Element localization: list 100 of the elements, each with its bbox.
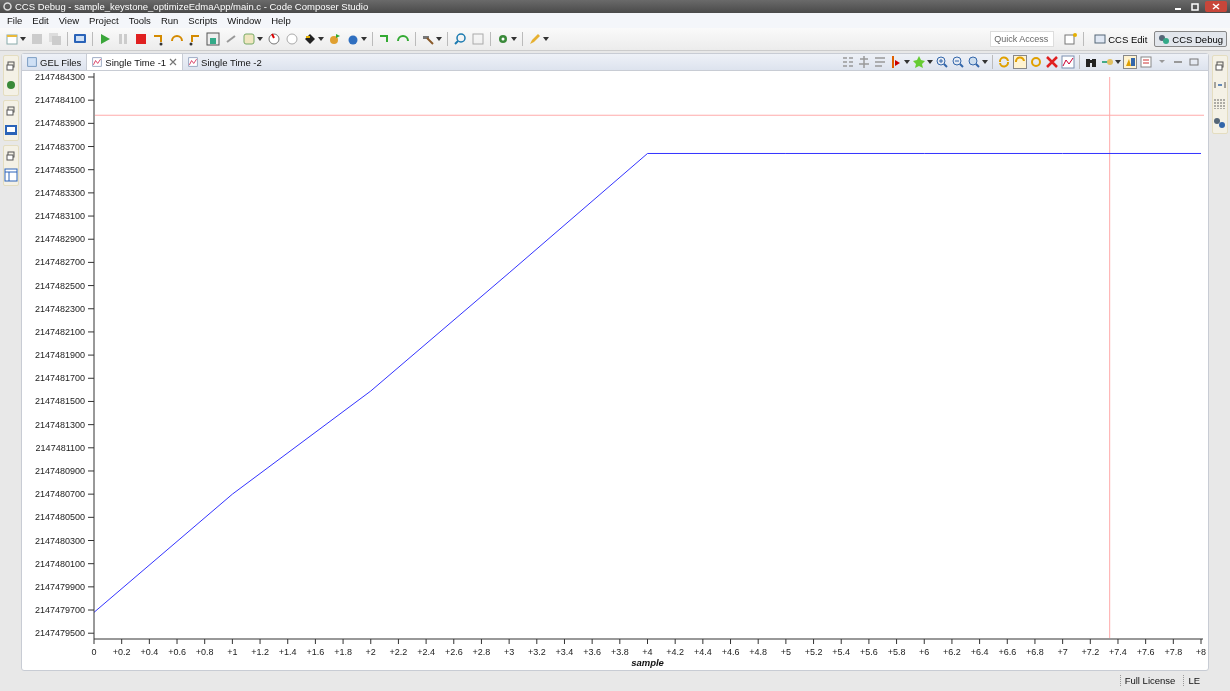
caret-icon[interactable] <box>904 60 910 64</box>
axis-label: +2.8 <box>472 647 491 657</box>
axis-label: +7.8 <box>1164 647 1183 657</box>
caret-icon[interactable] <box>543 37 549 41</box>
axis-label: 2147482900 <box>34 234 85 245</box>
axis-label: +5.8 <box>887 647 906 657</box>
caret-icon[interactable] <box>257 37 263 41</box>
status-text: Full License <box>1119 675 1176 686</box>
caret-icon[interactable] <box>20 37 26 41</box>
axis-title: sample <box>631 657 664 668</box>
axis-label: 2147479900 <box>34 581 85 592</box>
editor-tab[interactable]: Single Time -2 <box>183 54 267 70</box>
axis-label: 2147480700 <box>34 489 85 500</box>
axis-label: 2147481700 <box>34 373 85 384</box>
axis-label: +0.8 <box>195 647 214 657</box>
quick-access-field[interactable]: Quick Access <box>990 31 1055 47</box>
axis-label: +1 <box>227 647 238 657</box>
restore-view-icon[interactable] <box>3 104 18 118</box>
stop-icon[interactable] <box>134 32 148 46</box>
close-icon[interactable] <box>169 58 178 66</box>
debug-perspective-icon <box>1158 33 1171 45</box>
axis-label: +1.6 <box>306 647 325 657</box>
menu-item[interactable]: Run <box>155 15 184 26</box>
menu-item[interactable]: Scripts <box>183 15 223 26</box>
editor-tab[interactable]: Single Time -1 <box>86 54 184 70</box>
menu-item[interactable]: File <box>2 15 28 26</box>
close-icon[interactable] <box>1205 1 1227 12</box>
zoom-in-icon[interactable] <box>935 55 949 69</box>
menu-item[interactable]: Tools <box>123 15 156 26</box>
chart-icon[interactable] <box>1061 55 1075 69</box>
axis-label: +7.2 <box>1081 647 1100 657</box>
axis-label: 2147483100 <box>34 211 85 222</box>
step-return-icon[interactable] <box>188 32 202 46</box>
continuous-refresh-icon[interactable] <box>1013 55 1027 69</box>
star-icon[interactable] <box>912 55 926 69</box>
connect-icon[interactable] <box>303 32 317 46</box>
axis-label: +3.4 <box>555 647 574 657</box>
axis-label: 2147481100 <box>35 442 85 453</box>
chart-icon <box>92 57 103 67</box>
axis-label: +2.6 <box>444 647 463 657</box>
menu-item[interactable]: Window <box>222 15 267 26</box>
caret-icon[interactable] <box>436 37 442 41</box>
axis-label: 2147483300 <box>34 187 85 198</box>
axis-label: +6.6 <box>998 647 1017 657</box>
axis-label: 2147481500 <box>34 396 85 407</box>
window-title: CCS Debug - sample_keystone_optimizeEdmaApp/main.c - Code Composer Studio <box>15 1 369 12</box>
axis-label: +7 <box>1057 647 1068 657</box>
axis-label: +5.4 <box>832 647 851 657</box>
zoom-out-icon[interactable] <box>951 55 965 69</box>
align-icon[interactable] <box>857 55 871 69</box>
caret-icon[interactable] <box>1115 60 1121 64</box>
axis-label: 2147481900 <box>34 350 85 361</box>
breakpoint-icon[interactable] <box>267 32 281 46</box>
monitor-icon[interactable] <box>73 32 87 46</box>
caret-icon[interactable] <box>927 60 933 64</box>
console-icon[interactable] <box>3 123 18 137</box>
properties-icon[interactable] <box>1123 55 1137 69</box>
axis-label: +8 <box>1195 647 1207 657</box>
restore-icon[interactable] <box>1188 1 1202 12</box>
axis-label: +0.6 <box>168 647 186 657</box>
axis-label: 2147480100 <box>34 558 85 569</box>
axis-label: +7.4 <box>1109 647 1127 657</box>
menu-item[interactable]: View <box>53 15 85 26</box>
perspective-button[interactable]: CCS Edit <box>1090 31 1152 47</box>
restore-view-icon[interactable] <box>3 59 18 73</box>
axis-label: 2147482300 <box>34 303 85 314</box>
axis-label: +4.8 <box>749 647 768 657</box>
resume-icon[interactable] <box>98 32 112 46</box>
axis-label: +3.2 <box>527 647 546 657</box>
menu-item[interactable]: Edit <box>27 15 54 26</box>
delete-icon[interactable] <box>1045 55 1059 69</box>
menu-item[interactable]: Help <box>266 15 296 26</box>
axis-label: 2147482100 <box>34 326 85 337</box>
caret-icon[interactable] <box>982 60 988 64</box>
axis-label: +2.4 <box>417 647 435 657</box>
axis-label: +3.6 <box>583 647 602 657</box>
caret-icon[interactable] <box>318 37 324 41</box>
caret-icon[interactable] <box>511 37 517 41</box>
axis-label: +4 <box>642 647 653 657</box>
outline-view-icon[interactable] <box>3 168 18 182</box>
editor-tab[interactable]: GEL Files <box>22 54 87 70</box>
chart-icon <box>188 57 199 67</box>
axis-label: 2147480300 <box>34 535 85 546</box>
memory-save-icon[interactable] <box>206 32 220 46</box>
axis-label: 2147480500 <box>34 512 85 523</box>
axis-label: 2147479700 <box>34 605 85 616</box>
axis-label: +7.6 <box>1136 647 1155 657</box>
expressions-icon[interactable] <box>1212 116 1227 130</box>
restore-view-icon[interactable] <box>3 149 18 163</box>
axis-label: +5 <box>780 647 791 657</box>
menu-item[interactable]: Project <box>84 15 124 26</box>
restore-view-icon[interactable] <box>1212 59 1227 73</box>
search-icon[interactable] <box>453 32 467 46</box>
perspective-button[interactable]: CCS Debug <box>1154 31 1227 47</box>
axis-label: +6.8 <box>1026 647 1044 657</box>
zoom-fit-icon[interactable] <box>967 55 981 69</box>
legend-icon[interactable] <box>1139 55 1153 69</box>
axis-label: +0.2 <box>112 647 131 657</box>
caret-icon[interactable] <box>361 37 367 41</box>
axis-label: +3 <box>504 647 515 657</box>
